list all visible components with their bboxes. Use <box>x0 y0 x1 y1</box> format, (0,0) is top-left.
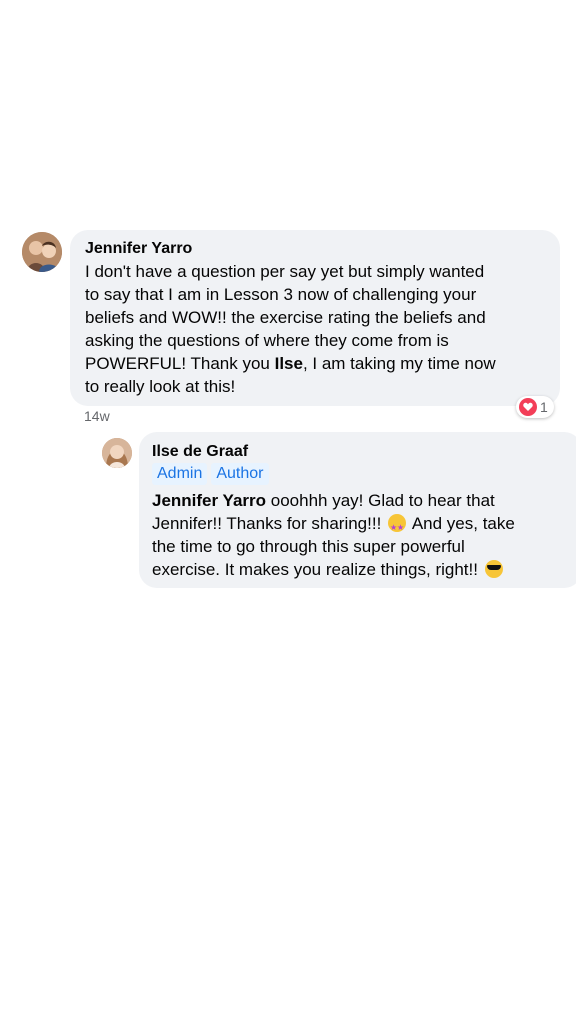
avatar-image <box>22 232 62 272</box>
comment-line: to say that I am in Lesson 3 now of chal… <box>85 285 477 304</box>
reply-line: And yes, take <box>408 514 515 533</box>
reply-bubble: Ilse de Graaf Admin Author Jennifer Yarr… <box>139 432 576 588</box>
comment-text: I don't have a question per say yet but … <box>85 260 546 398</box>
admin-badge: Admin <box>152 463 208 485</box>
avatar[interactable] <box>102 438 132 468</box>
mention-jennifer[interactable]: Jennifer Yarro <box>152 491 266 510</box>
comment-thread: Jennifer Yarro I don't have a question p… <box>0 0 576 1024</box>
comment-line: beliefs and WOW!! the exercise rating th… <box>85 308 486 327</box>
avatar[interactable] <box>22 232 62 272</box>
comment-bubble: Jennifer Yarro I don't have a question p… <box>70 230 560 406</box>
comment-line: asking the questions of where they come … <box>85 331 449 350</box>
reply-line: exercise. It makes you realize things, r… <box>152 560 483 579</box>
sunglasses-emoji-icon <box>484 560 503 578</box>
reaction-summary[interactable]: 1 <box>516 396 554 418</box>
comment-line: I don't have a question per say yet but … <box>85 262 485 281</box>
comment-author[interactable]: Jennifer Yarro <box>85 239 546 258</box>
comment-line: to really look at this! <box>85 377 236 396</box>
reply-line: the time to go through this super powerf… <box>152 537 465 556</box>
mention-ilse[interactable]: Ilse <box>275 354 303 373</box>
reply-line: Jennifer!! Thanks for sharing!!! <box>152 514 387 533</box>
reaction-count: 1 <box>540 399 548 415</box>
avatar-image <box>102 438 132 468</box>
reply-text: Jennifer Yarro ooohhh yay! Glad to hear … <box>152 489 570 581</box>
reply-line: ooohhh yay! Glad to hear that <box>266 491 495 510</box>
reply-author[interactable]: Ilse de Graaf <box>152 442 570 461</box>
star-struck-emoji-icon <box>388 514 407 539</box>
comment-timestamp[interactable]: 14w <box>84 408 110 424</box>
love-icon <box>519 398 537 416</box>
comment-line: POWERFUL! Thank you <box>85 354 275 373</box>
author-badge: Author <box>211 463 269 485</box>
role-badges: Admin Author <box>152 463 570 485</box>
comment-line: , I am taking my time now <box>302 354 496 373</box>
